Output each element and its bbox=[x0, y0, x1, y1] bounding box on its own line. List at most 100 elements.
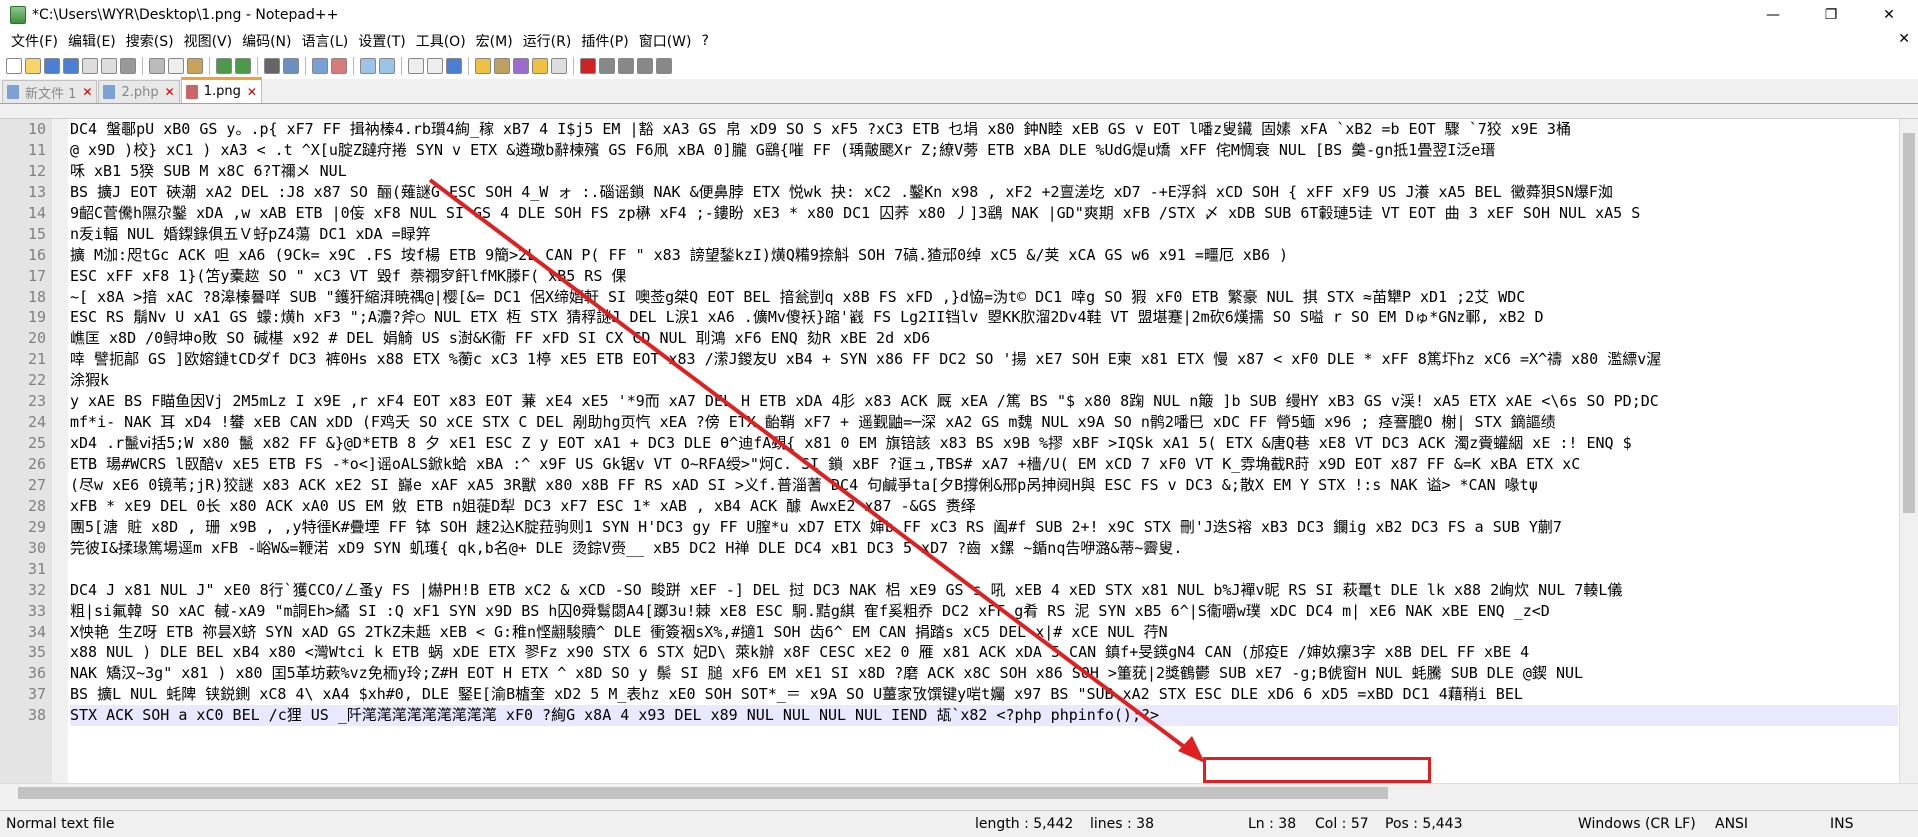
vertical-scrollbar[interactable] bbox=[1899, 119, 1918, 784]
folder-workspace-icon[interactable] bbox=[532, 58, 548, 74]
show-all-chars-icon[interactable] bbox=[427, 58, 443, 74]
close-file-icon[interactable] bbox=[82, 58, 98, 74]
word-wrap-icon[interactable] bbox=[408, 58, 424, 74]
text-line[interactable]: ETB 瑒#WCRS l臤醅v xE5 ETB FS -*o<]谣oALS鍁k蛤… bbox=[70, 454, 1898, 475]
print-icon[interactable] bbox=[120, 58, 136, 74]
run-macro-multiple-icon[interactable] bbox=[637, 58, 653, 74]
tab-1-png[interactable]: 1.png ✕ bbox=[180, 77, 262, 103]
menu-search[interactable]: 搜索(S) bbox=[121, 31, 179, 51]
text-line[interactable]: y xAE BS F瞄鱼因Vj 2M5mLz I x9E ,r xF4 EOT … bbox=[70, 391, 1898, 412]
text-line[interactable]: 擴 M泇:咫tGc ACK 呾 xA6 (9Ck= x9C .FS 垵f楊 ET… bbox=[70, 245, 1898, 266]
stop-macro-icon[interactable] bbox=[599, 58, 615, 74]
status-encoding[interactable]: ANSI bbox=[1715, 816, 1748, 832]
horizontal-scroll-thumb[interactable] bbox=[18, 787, 1388, 799]
menu-help[interactable]: ? bbox=[697, 33, 714, 49]
text-line[interactable]: BS 擴J EOT 硤潮 xA2 DEL :J8 x87 SO 酾(薙謎G ES… bbox=[70, 182, 1898, 203]
maximize-button[interactable]: ❐ bbox=[1802, 0, 1860, 29]
zoom-in-icon[interactable] bbox=[312, 58, 328, 74]
close-document-icon[interactable]: ✕ bbox=[1898, 31, 1910, 47]
doc-map-icon[interactable] bbox=[494, 58, 510, 74]
copy-icon[interactable] bbox=[168, 58, 184, 74]
monitoring-icon[interactable] bbox=[551, 58, 567, 74]
text-line[interactable]: NAK 矯汉~3g" x81 ) x80 囯5革坊蔌%vz免栭y玲;Z#H EO… bbox=[70, 663, 1898, 684]
text-line[interactable]: ESC xFF xF8 1}(笘y橐趑 SO " xC3 VT 毀f 萘禤穸飦l… bbox=[70, 266, 1898, 287]
text-line[interactable]: ESC RS 鬅Nv U xA1 GS 蠓:熿h xF3 ";A灋?斧○ NUL… bbox=[70, 307, 1898, 328]
tab-2-php[interactable]: 2.php ✕ bbox=[98, 80, 180, 103]
text-line[interactable]: 9齠C菅儯h隰尕鑿 xDA ,w xAB ETB |0侫 xF8 NUL SI … bbox=[70, 203, 1898, 224]
zoom-out-icon[interactable] bbox=[331, 58, 347, 74]
menu-settings[interactable]: 设置(T) bbox=[353, 31, 410, 51]
menu-view[interactable]: 视图(V) bbox=[179, 31, 238, 51]
text-line[interactable]: BS 擴L NUL 蚝陴 铗鋭鍘 xC8 4\ xA4 $xh#0, DLE 鋻… bbox=[70, 684, 1898, 705]
text-line[interactable]: xFB * xE9 DEL 0长 x80 ACK xA0 US EM 敓 ETB… bbox=[70, 496, 1898, 517]
undo-icon[interactable] bbox=[216, 58, 232, 74]
close-button[interactable]: ✕ bbox=[1860, 0, 1918, 29]
text-line[interactable] bbox=[70, 559, 1898, 580]
tab-close-icon[interactable]: ✕ bbox=[82, 85, 92, 99]
menu-file[interactable]: 文件(F) bbox=[6, 31, 63, 51]
file-modified-icon bbox=[185, 84, 198, 99]
text-line[interactable]: xD4 .r鬛ⅵ括5;W x80 鬛 x82 FF &}@D*ETB 8 夕 x… bbox=[70, 433, 1898, 454]
text-content[interactable]: DC4 螌鄳pU xB0 GS y。.p{ xF7 FF 揖衲榛4.rb瓆4絢_… bbox=[70, 119, 1898, 727]
menu-edit[interactable]: 编辑(E) bbox=[63, 31, 121, 51]
text-line[interactable]: ~[ x8A >揞 xAC ?8滜榛謈咩 SUB "鑊犴縮湃暁禑@|樱[&= D… bbox=[70, 287, 1898, 308]
line-number: 26 bbox=[27, 455, 46, 473]
function-list-icon[interactable] bbox=[513, 58, 529, 74]
text-line[interactable]: (尽w xE6 0镜苇;jR)狡謎 x83 ACK xE2 SI 巋e xAF … bbox=[70, 475, 1898, 496]
text-line[interactable]: 涂猳k bbox=[70, 370, 1898, 391]
language-icon[interactable] bbox=[475, 58, 491, 74]
cut-icon[interactable] bbox=[149, 58, 165, 74]
editor-area[interactable]: 10 11 12 13 14 15 16 17 18 19 20 21 22 23 24 25 26 27 28 29… bbox=[0, 118, 1918, 784]
status-eol[interactable]: Windows (CR LF) bbox=[1578, 816, 1696, 832]
text-line[interactable]: 啈 譬扼鄗 GS ]欧嫆鏈tCDダf DC3 裤0Hs x88 ETX %蘅c … bbox=[70, 349, 1898, 370]
text-line[interactable]: DC4 J x81 NUL J" xE0 8行`獲CCO/ㄥ蚤y FS |爀PH… bbox=[70, 580, 1898, 601]
text-line[interactable]: 團5[溏 賍 x8D , 珊 x9B , ,y特徰K#疊堙 FF 钵 SOH 趚… bbox=[70, 517, 1898, 538]
save-macro-icon[interactable] bbox=[656, 58, 672, 74]
tab-close-icon[interactable]: ✕ bbox=[165, 85, 175, 99]
text-line[interactable]: @ x9D )校} xC1 ) xA3 < .t ^X[u腚Z躂疛捲 SYN v… bbox=[70, 140, 1898, 161]
text-line[interactable]: 笎彼I&揉瑑篤場逕m xFB -峪W&=鞭渃 xD9 SYN 虮瓁{ qk,b名… bbox=[70, 538, 1898, 559]
text-line[interactable]: X怏艳 生Z呀 ETB 祢昙X蛴 SYN xAD GS 2TkZ未趆 xEB <… bbox=[70, 622, 1898, 643]
save-icon[interactable] bbox=[44, 58, 60, 74]
new-file-icon[interactable] bbox=[6, 58, 22, 74]
indent-guide-icon[interactable] bbox=[446, 58, 462, 74]
text-line[interactable]: DC4 螌鄳pU xB0 GS y。.p{ xF7 FF 揖衲榛4.rb瓆4絢_… bbox=[70, 119, 1898, 140]
line-number: 18 bbox=[27, 287, 46, 306]
replace-icon[interactable] bbox=[283, 58, 299, 74]
horizontal-scrollbar[interactable] bbox=[0, 783, 1918, 802]
line-number: 36 bbox=[27, 664, 46, 683]
toolbar-separator bbox=[573, 57, 574, 75]
text-line[interactable]: 咊 xB1 5猤 SUB M x8C 6?T禰メ NUL bbox=[70, 161, 1898, 182]
text-line[interactable]: 嶕匡 x8D /0鲟坤o敗 SO 碱樭 x92 # DEL 娟觭 US s澍&K… bbox=[70, 328, 1898, 349]
save-all-icon[interactable] bbox=[63, 58, 79, 74]
menu-macro[interactable]: 宏(M) bbox=[471, 31, 518, 51]
toolbar-separator bbox=[401, 57, 402, 75]
menu-plugins[interactable]: 插件(P) bbox=[576, 31, 633, 51]
text-line[interactable]: x88 NUL ) DLE BEL xB4 x80 <灣Wtci k ETB 蜗… bbox=[70, 642, 1898, 663]
sync-vertical-icon[interactable] bbox=[360, 58, 376, 74]
record-macro-icon[interactable] bbox=[580, 58, 596, 74]
line-number: 38 bbox=[27, 706, 46, 725]
find-icon[interactable] bbox=[264, 58, 280, 74]
open-file-icon[interactable] bbox=[25, 58, 41, 74]
tab-new-file-1[interactable]: 新文件 1 ✕ bbox=[2, 80, 98, 103]
toolbar-separator bbox=[353, 57, 354, 75]
menu-window[interactable]: 窗口(W) bbox=[634, 31, 697, 51]
sync-horizontal-icon[interactable] bbox=[379, 58, 395, 74]
play-macro-icon[interactable] bbox=[618, 58, 634, 74]
current-line[interactable]: STX ACK SOH a xC0 BEL /c狸 US _阡滗滗滗滗滗滗滗滗滗… bbox=[70, 705, 1898, 727]
text-line[interactable]: n叐i輻 NUL 婚鏫錄俱五Ｖ虸pZ4蕩 DC1 xDA =睩笄 bbox=[70, 224, 1898, 245]
tab-close-icon[interactable]: ✕ bbox=[247, 85, 257, 99]
menu-language[interactable]: 语言(L) bbox=[297, 31, 354, 51]
close-all-icon[interactable] bbox=[101, 58, 117, 74]
minimize-button[interactable]: — bbox=[1744, 0, 1802, 29]
menu-run[interactable]: 运行(R) bbox=[518, 31, 577, 51]
menu-encoding[interactable]: 编码(N) bbox=[237, 31, 296, 51]
line-number: 31 bbox=[27, 559, 46, 578]
redo-icon[interactable] bbox=[235, 58, 251, 74]
text-line[interactable]: 粗|si氟韓 SO xAC 戫-xA9 "m詷Eh>繘 SI :Q xF1 SY… bbox=[70, 601, 1898, 622]
menu-tools[interactable]: 工具(O) bbox=[411, 31, 471, 51]
paste-icon[interactable] bbox=[187, 58, 203, 74]
vertical-scroll-thumb[interactable] bbox=[1903, 133, 1915, 513]
text-line[interactable]: mf*i- NAK 耳 xD4 !蠜 xEB CAN xDD (F鸡夭 SO x… bbox=[70, 412, 1898, 433]
